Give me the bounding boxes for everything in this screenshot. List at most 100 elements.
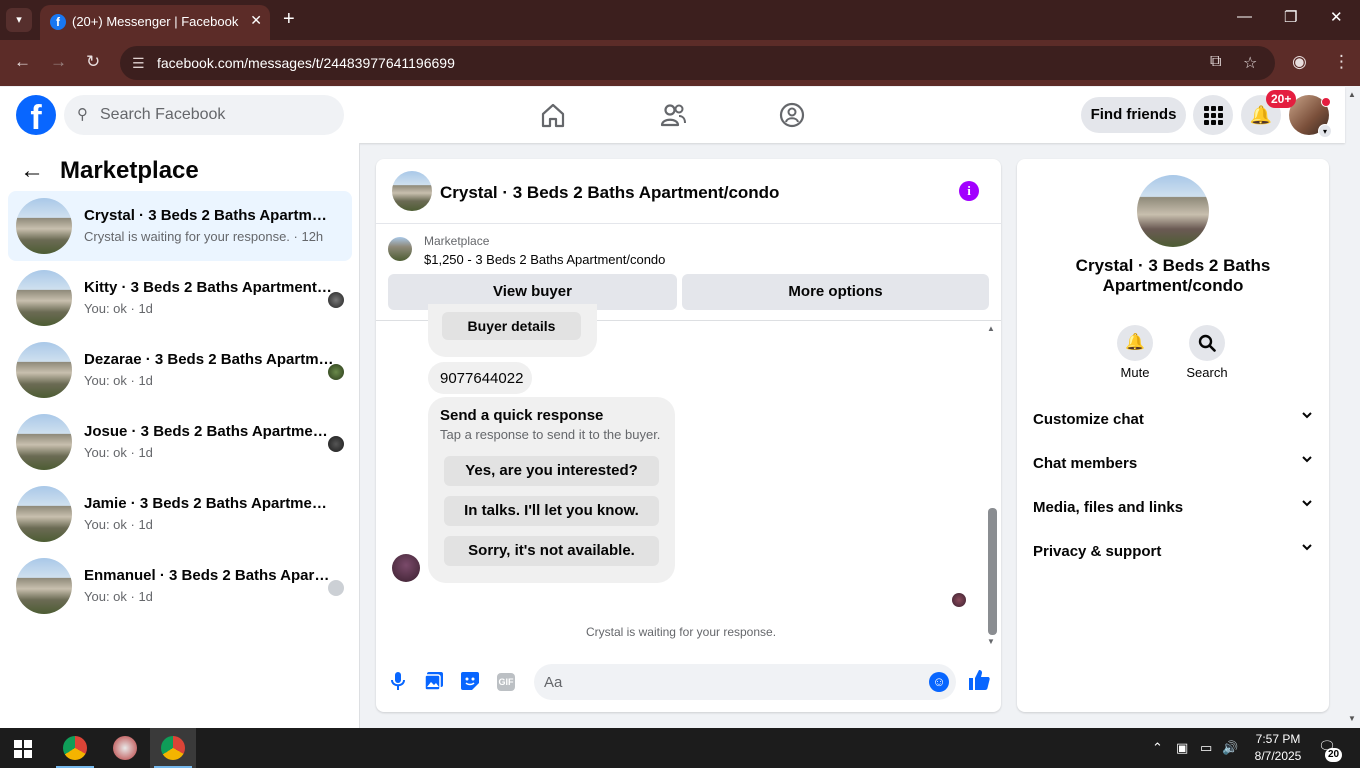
back-arrow-icon[interactable]: ← — [20, 157, 44, 185]
chevron-down-icon — [1301, 409, 1313, 424]
read-receipt-avatar — [328, 364, 344, 380]
marketplace-label: Marketplace — [424, 234, 490, 248]
profile-picture[interactable] — [1137, 175, 1209, 247]
facebook-search[interactable]: ⚲ Search Facebook — [64, 95, 344, 135]
microphone-icon[interactable] — [387, 671, 409, 693]
gif-icon[interactable]: GIF — [497, 673, 515, 691]
message-input[interactable] — [534, 664, 956, 700]
tab-close-icon[interactable]: ✕ — [250, 12, 262, 29]
minimize-icon[interactable]: — — [1237, 8, 1252, 25]
chevron-down-icon — [1301, 453, 1313, 468]
account-alert-dot — [1321, 97, 1331, 107]
photo-icon[interactable] — [423, 671, 445, 693]
listing-thumbnail — [16, 486, 72, 542]
chat-members-section[interactable]: Chat members — [1033, 449, 1313, 479]
more-options-button[interactable]: More options — [682, 274, 989, 310]
search-placeholder: Search Facebook — [100, 106, 226, 123]
panel-title: Marketplace — [60, 157, 199, 184]
home-icon[interactable] — [539, 101, 567, 129]
sticker-icon[interactable] — [459, 671, 481, 693]
info-icon[interactable]: i — [959, 181, 979, 201]
chevron-down-icon: ▾ — [1318, 124, 1332, 138]
thread-item-kitty[interactable]: Kitty · 3 Beds 2 Baths Apartment/condo Y… — [8, 263, 352, 333]
app-taskbar-icon[interactable] — [102, 728, 148, 768]
meet-now-icon[interactable]: ▣ — [1176, 740, 1188, 756]
notification-count-badge: 20 — [1325, 748, 1343, 762]
chat-thumbnail[interactable] — [392, 171, 432, 211]
forward-icon[interactable]: → — [50, 52, 67, 72]
close-window-icon[interactable]: ✕ — [1330, 8, 1343, 26]
browser-menu-icon[interactable]: ⋮ — [1333, 52, 1350, 72]
listing-thumbnail — [16, 342, 72, 398]
url-text[interactable]: facebook.com/messages/t/2448397764119669… — [157, 55, 455, 71]
search-label: Search — [1186, 365, 1228, 380]
thread-item-dezarae[interactable]: Dezarae · 3 Beds 2 Baths Apartment/condo… — [8, 335, 352, 405]
thread-preview: You: ok · 1d — [84, 589, 153, 604]
facebook-top-nav: f ⚲ Search Facebook Find friends 🔔 ▾ — [0, 87, 1345, 143]
browser-tab[interactable]: f (20+) Messenger | Facebook ✕ — [40, 5, 270, 40]
menu-grid-icon[interactable] — [1193, 95, 1233, 135]
profile-icon[interactable]: ◉ — [1292, 52, 1307, 72]
thread-item-josue[interactable]: Josue · 3 Beds 2 Baths Apartment/condo Y… — [8, 407, 352, 477]
mute-label: Mute — [1120, 365, 1150, 380]
network-icon[interactable]: ▭ — [1200, 740, 1212, 756]
reload-icon[interactable]: ↻ — [86, 52, 100, 72]
mute-bell-icon[interactable]: 🔔 — [1117, 325, 1153, 361]
page-scroll-down-icon[interactable]: ▼ — [1348, 714, 1356, 723]
chat-scrollbar[interactable]: ▲ ▼ — [985, 324, 999, 649]
listing-title[interactable]: $1,250 - 3 Beds 2 Baths Apartment/condo — [424, 252, 665, 267]
groups-icon[interactable] — [778, 101, 806, 129]
taskbar-clock[interactable]: 7:57 PM 8/7/2025 — [1246, 731, 1310, 765]
quick-response-in-talks[interactable]: In talks. I'll let you know. — [444, 496, 659, 526]
address-bar[interactable]: ☰ facebook.com/messages/t/24483977641196… — [120, 46, 1275, 80]
thread-name: Crystal · 3 Beds 2 Baths Apartment/condo — [84, 207, 334, 224]
back-icon[interactable]: ← — [14, 52, 31, 72]
chrome-taskbar-icon[interactable] — [52, 728, 98, 768]
customize-chat-section[interactable]: Customize chat — [1033, 405, 1313, 435]
profile-name: Crystal · 3 Beds 2 Baths Apartment/condo — [1075, 256, 1271, 295]
chrome-icon — [63, 736, 87, 760]
find-friends-button[interactable]: Find friends — [1081, 97, 1186, 133]
privacy-support-section[interactable]: Privacy & support — [1033, 537, 1313, 567]
sender-avatar[interactable] — [392, 554, 420, 582]
section-label: Media, files and links — [1033, 499, 1184, 516]
thread-preview: You: ok · 1d — [84, 445, 153, 460]
quick-response-not-available[interactable]: Sorry, it's not available. — [444, 536, 659, 566]
thread-name: Dezarae · 3 Beds 2 Baths Apartment/condo — [84, 351, 334, 368]
quick-response-yes[interactable]: Yes, are you interested? — [444, 456, 659, 486]
clock-time: 7:57 PM — [1255, 732, 1301, 746]
scroll-up-icon[interactable]: ▲ — [987, 324, 995, 333]
tab-title: (20+) Messenger | Facebook — [72, 14, 239, 29]
site-info-icon[interactable]: ☰ — [132, 55, 145, 72]
windows-start-icon[interactable] — [14, 740, 32, 758]
tab-search-button[interactable]: ▾ — [6, 8, 32, 32]
chrome-profile-taskbar-icon[interactable] — [150, 728, 196, 768]
volume-icon[interactable]: 🔊 — [1222, 740, 1238, 756]
bookmark-star-icon[interactable]: ☆ — [1243, 53, 1257, 73]
show-hidden-icons-icon[interactable]: ⌃ — [1152, 740, 1163, 756]
phone-message-bubble: 9077644022 — [428, 362, 532, 394]
read-receipt-avatar — [328, 580, 344, 596]
friends-icon[interactable] — [659, 101, 687, 129]
page-scroll-up-icon[interactable]: ▲ — [1348, 90, 1356, 99]
facebook-logo-icon[interactable]: f — [16, 95, 56, 137]
chat-panel: Crystal · 3 Beds 2 Baths Apartment/condo… — [376, 159, 1001, 712]
search-icon[interactable] — [1189, 325, 1225, 361]
restore-icon[interactable]: ❐ — [1284, 8, 1297, 26]
chevron-down-icon — [1301, 541, 1313, 556]
new-tab-icon[interactable]: + — [283, 8, 295, 30]
thread-item-enmanuel[interactable]: Enmanuel · 3 Beds 2 Baths Apartment/cond… — [8, 551, 352, 621]
listing-thumbnail-small — [388, 237, 412, 261]
scroll-down-icon[interactable]: ▼ — [987, 637, 995, 646]
thread-item-crystal[interactable]: Crystal · 3 Beds 2 Baths Apartment/condo… — [8, 191, 352, 261]
chat-info-panel: Crystal · 3 Beds 2 Baths Apartment/condo… — [1017, 159, 1329, 712]
buyer-details-button[interactable]: Buyer details — [442, 312, 581, 340]
thread-item-jamie[interactable]: Jamie · 3 Beds 2 Baths Apartment/condo Y… — [8, 479, 352, 549]
scroll-thumb[interactable] — [988, 508, 997, 635]
install-app-icon[interactable]: ⧉ — [1210, 53, 1221, 71]
chat-title[interactable]: Crystal · 3 Beds 2 Baths Apartment/condo — [440, 183, 779, 203]
notifications-badge: 20+ — [1266, 90, 1297, 108]
media-files-links-section[interactable]: Media, files and links — [1033, 493, 1313, 523]
thumbs-up-icon[interactable] — [967, 668, 991, 698]
emoji-icon[interactable]: ☺ — [929, 672, 949, 692]
